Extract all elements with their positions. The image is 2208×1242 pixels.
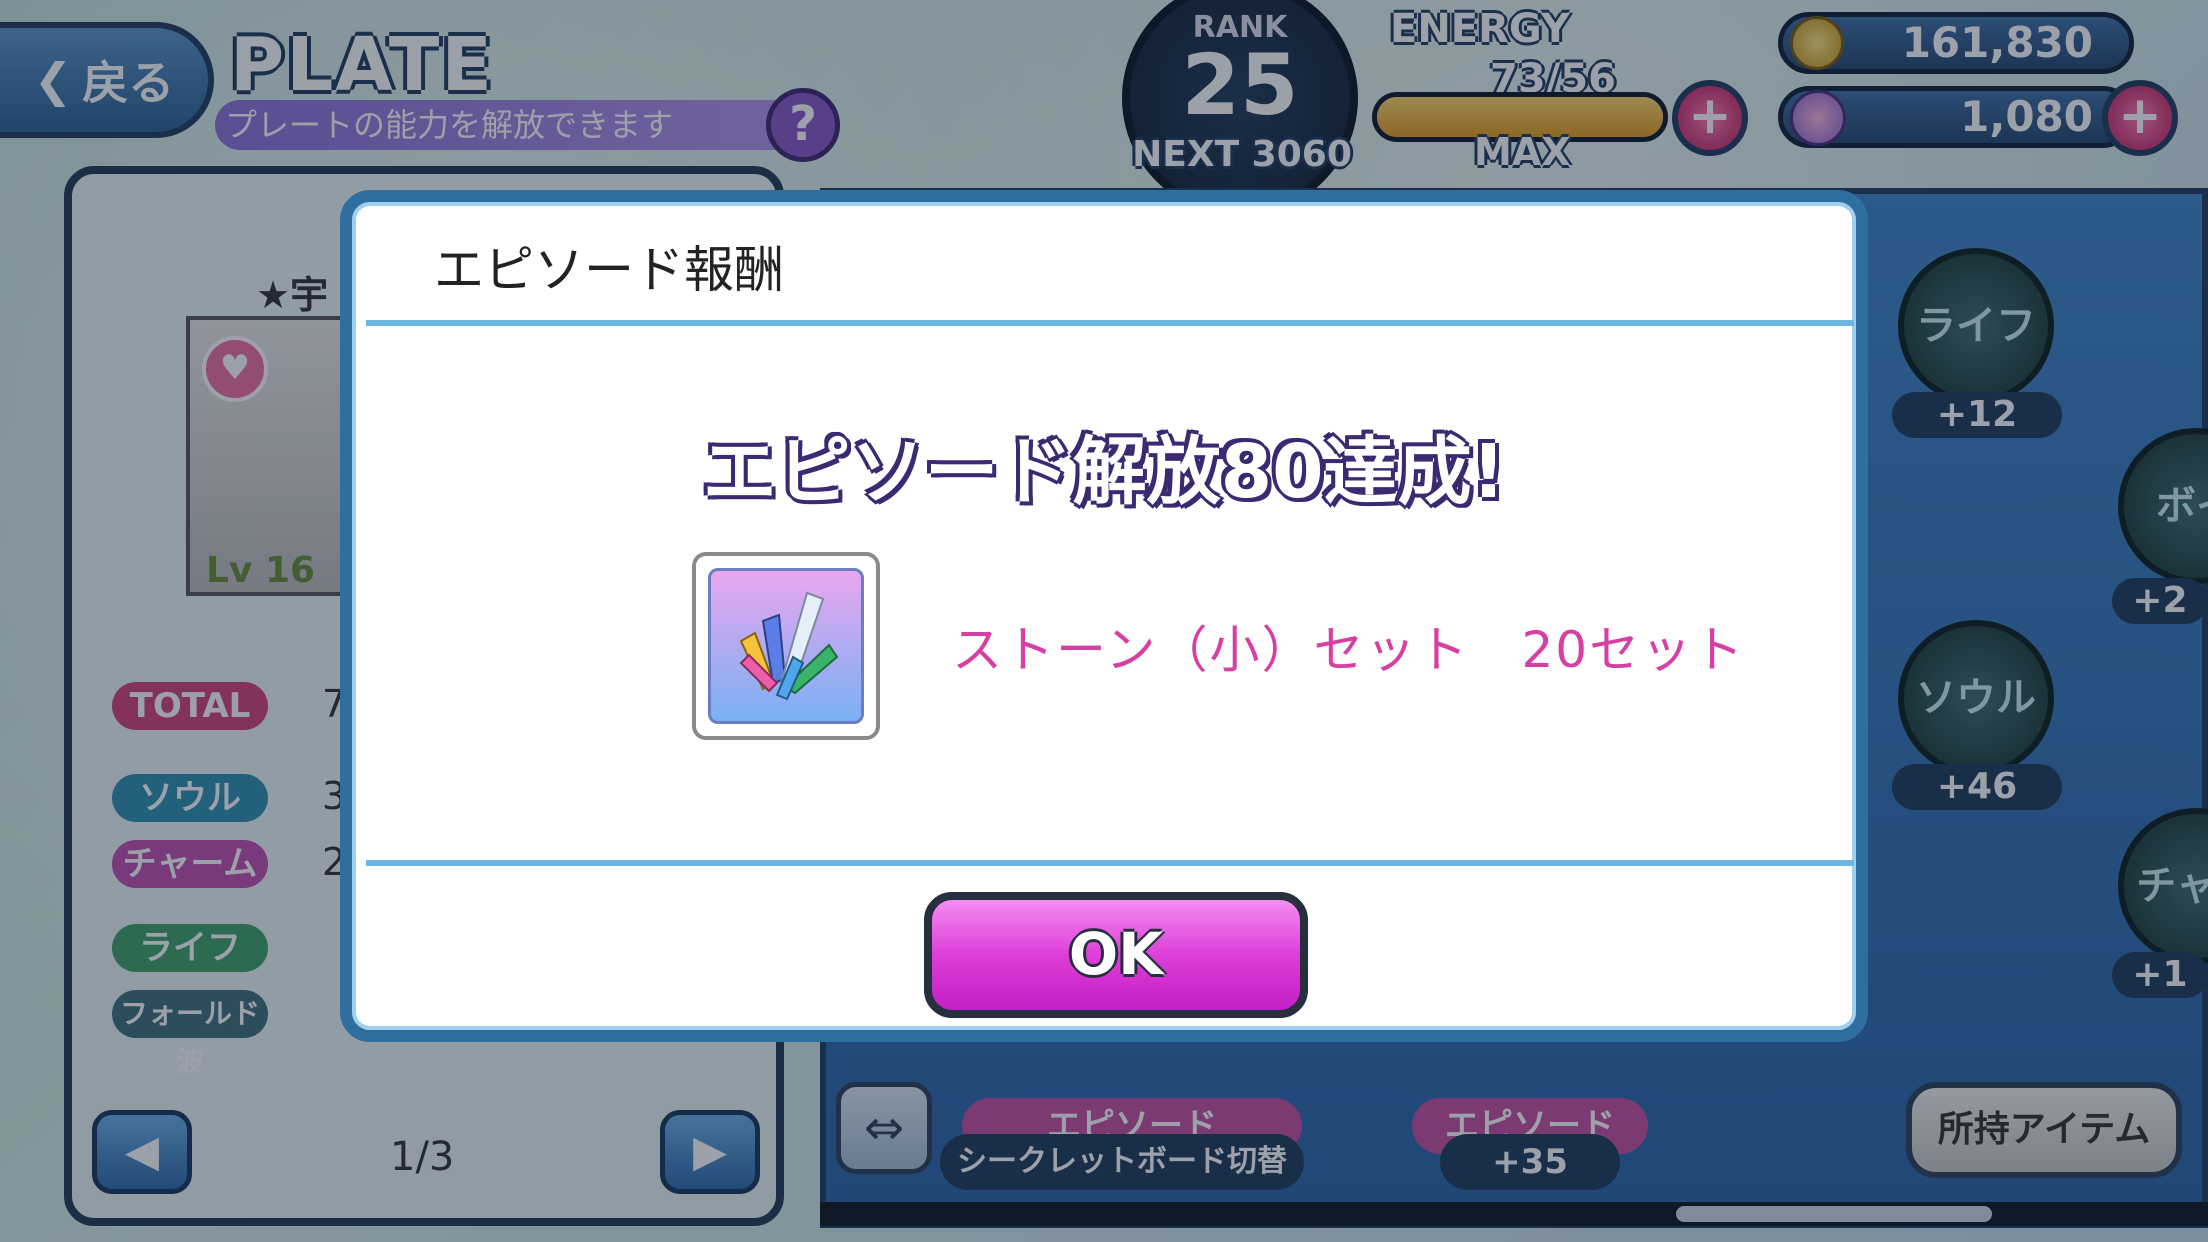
reward-description: ストーン（小）セット 20セット	[952, 621, 1746, 679]
reward-item-frame	[692, 552, 880, 740]
achievement-headline: エピソード解放80達成!	[702, 429, 1506, 515]
crystal-stones-icon	[708, 568, 864, 724]
dialog-title: エピソード報酬	[434, 241, 784, 299]
episode-reward-dialog: エピソード報酬 エピソード解放80達成! ストーン（小）セット 20セット OK	[340, 190, 1868, 1042]
dialog-divider-bottom	[366, 860, 1854, 866]
dialog-divider-top	[366, 320, 1854, 326]
ok-button[interactable]: OK	[924, 892, 1308, 1018]
